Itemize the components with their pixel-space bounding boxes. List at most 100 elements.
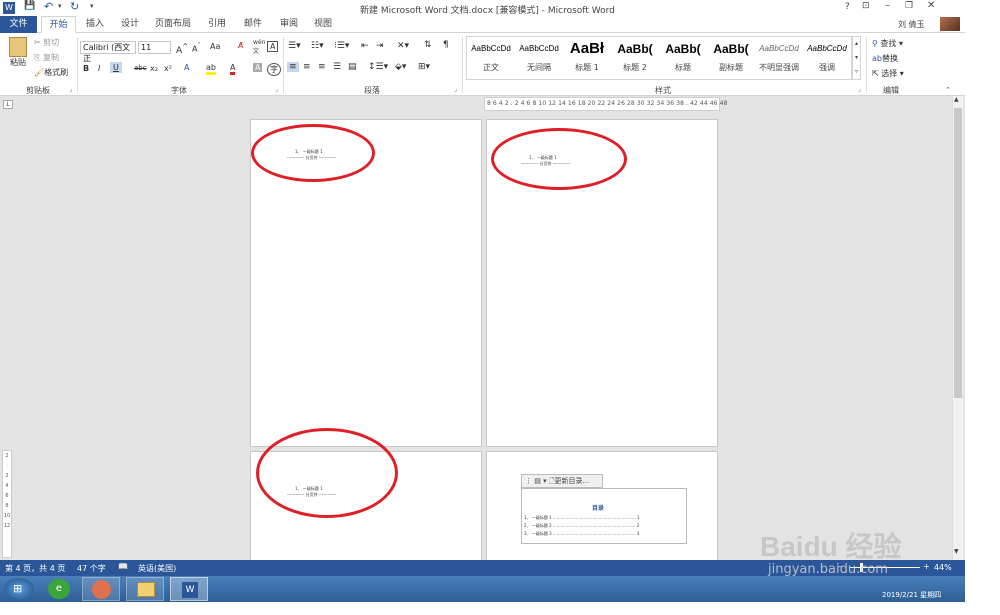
char-border-icon[interactable]: A: [267, 41, 279, 52]
scroll-up-icon[interactable]: ▲: [954, 96, 959, 103]
font-color-icon[interactable]: A: [230, 63, 236, 75]
tab-mailings[interactable]: 邮件: [238, 16, 268, 33]
cut-button[interactable]: ✂ 剪切: [34, 37, 59, 48]
replace-button[interactable]: ab替换: [872, 53, 898, 64]
font-size-combo[interactable]: 11: [138, 41, 171, 54]
text-effects-icon[interactable]: A: [184, 63, 189, 72]
style-heading-2[interactable]: AaBb(标题 2: [611, 36, 659, 76]
borders-icon[interactable]: ⊞▾: [418, 62, 430, 72]
asian-layout-icon[interactable]: ✕▾: [397, 41, 409, 51]
taskbar-app-avatar[interactable]: [82, 577, 120, 601]
tab-references[interactable]: 引用: [202, 16, 232, 33]
align-left-icon[interactable]: ≡: [287, 62, 299, 72]
styles-launcher-icon[interactable]: ⌟: [858, 86, 861, 93]
style-normal[interactable]: AaBbCcDd 正文: [467, 36, 515, 76]
highlight-icon[interactable]: ab: [206, 63, 216, 75]
word-count[interactable]: 47 个字: [77, 563, 106, 574]
styles-scroll[interactable]: ▴ ▾ ▿: [852, 36, 861, 80]
app-icon-green[interactable]: e: [48, 579, 70, 599]
scrollbar-thumb[interactable]: [954, 108, 962, 398]
clock[interactable]: 2019/2/21 星期四: [882, 590, 941, 600]
start-button[interactable]: ⊞: [4, 578, 34, 600]
bullets-icon[interactable]: ☰▾: [288, 41, 301, 51]
style-heading-1[interactable]: AaBł 标题 1: [563, 36, 611, 76]
font-launcher-icon[interactable]: ⌟: [275, 86, 278, 93]
style-emphasis[interactable]: AaBbCcDd 强调: [803, 36, 851, 76]
numbering-icon[interactable]: ☷▾: [311, 41, 324, 51]
clipboard-launcher-icon[interactable]: ⌟: [69, 86, 72, 93]
horizontal-ruler[interactable]: 8 6 4 2 . 2 4 6 8 10 12 14 16 18 20 22 2…: [484, 97, 727, 111]
user-name[interactable]: 刘 倩玉: [898, 19, 925, 30]
word-icon[interactable]: W: [3, 2, 15, 14]
vertical-ruler[interactable]: 2 · 2 4 6 8 10 12: [2, 450, 12, 558]
paragraph-launcher-icon[interactable]: ⌟: [454, 86, 457, 93]
find-button[interactable]: ⚲ 查找 ▾: [872, 38, 903, 49]
multilevel-list-icon[interactable]: ⁝☰▾: [334, 41, 349, 51]
underline-button[interactable]: U: [110, 62, 122, 73]
char-shading-icon[interactable]: A: [253, 63, 263, 72]
align-center-icon[interactable]: ≡: [303, 62, 311, 72]
sort-icon[interactable]: ⇅: [424, 40, 432, 50]
tab-file[interactable]: 文件: [0, 16, 37, 33]
bold-button[interactable]: B: [83, 64, 89, 73]
font-name-combo[interactable]: Calibri (西文正: [80, 41, 136, 63]
vertical-scrollbar[interactable]: ▲ ▼: [952, 96, 963, 560]
shading-icon[interactable]: ⬙▾: [395, 62, 406, 72]
page-count[interactable]: 第 4 页，共 4 页: [5, 563, 65, 574]
clear-format-icon[interactable]: A̸: [238, 41, 243, 50]
minimize-button[interactable]: –: [885, 0, 890, 11]
toc-row[interactable]: 2、 一级标题 2 ..............................…: [524, 523, 684, 529]
strikethrough-button[interactable]: abc: [134, 64, 147, 72]
tab-review[interactable]: 审阅: [274, 16, 304, 33]
language[interactable]: 英语(美国): [138, 563, 176, 574]
format-painter-button[interactable]: 🖌格式刷: [34, 67, 68, 78]
superscript-button[interactable]: x²: [164, 64, 172, 73]
ribbon-display-icon[interactable]: ⊡: [862, 1, 870, 11]
tab-page-layout[interactable]: 页面布局: [152, 16, 194, 33]
restore-button[interactable]: ❐: [905, 1, 913, 11]
collapse-ribbon-icon[interactable]: ⌃: [945, 86, 951, 94]
undo-dropdown-icon[interactable]: ▾: [58, 2, 62, 10]
line-spacing-icon[interactable]: ↕☰▾: [368, 62, 388, 72]
phonetic-guide-icon[interactable]: wén 文: [253, 39, 265, 55]
close-button[interactable]: ✕: [927, 0, 935, 11]
change-case-button[interactable]: Aa: [210, 42, 220, 51]
italic-button[interactable]: I: [98, 64, 100, 73]
show-marks-icon[interactable]: ¶: [443, 40, 449, 50]
justify-icon[interactable]: ☰: [333, 62, 341, 72]
copy-button[interactable]: ⎘ 复制: [34, 52, 59, 63]
taskbar-word[interactable]: W: [170, 577, 208, 601]
undo-icon[interactable]: ↶: [44, 0, 53, 13]
toc-row[interactable]: 1、 一级标题 1 ..............................…: [524, 515, 684, 521]
tab-view[interactable]: 视图: [308, 16, 338, 33]
select-button[interactable]: ⇱ 选择 ▾: [872, 68, 904, 79]
style-title[interactable]: AaBb(标题: [659, 36, 707, 76]
page-4[interactable]: ⋮ ▤ ▾ 🗋更新目录... 目录 1、 一级标题 1 ............…: [486, 451, 718, 560]
update-toc-button[interactable]: 🗋更新目录...: [549, 477, 589, 485]
customize-qat-icon[interactable]: ▾: [90, 2, 94, 10]
tab-insert[interactable]: 插入: [80, 16, 110, 33]
save-icon[interactable]: 💾: [24, 1, 35, 11]
style-subtle-emphasis[interactable]: AaBbCcDd 不明显强调: [755, 36, 803, 76]
paste-button[interactable]: 粘贴: [6, 37, 30, 68]
increase-indent-icon[interactable]: ⇥: [376, 41, 384, 51]
tab-home[interactable]: 开始: [41, 16, 76, 33]
user-avatar[interactable]: [940, 17, 960, 31]
shrink-font-icon[interactable]: Aˇ: [192, 42, 201, 54]
enclose-char-icon[interactable]: 字: [267, 63, 281, 76]
style-subtitle[interactable]: AaBb(副标题: [707, 36, 755, 76]
document-area[interactable]: 1、 一级标题 1 ------------ 分页符 ------------ …: [0, 96, 965, 560]
style-no-spacing[interactable]: AaBbCcDd 无间隔: [515, 36, 563, 76]
redo-icon[interactable]: ↻: [70, 0, 79, 13]
subscript-button[interactable]: x₂: [150, 64, 158, 73]
decrease-indent-icon[interactable]: ⇤: [361, 41, 369, 51]
grow-font-icon[interactable]: A^: [176, 42, 188, 56]
align-right-icon[interactable]: ≡: [318, 62, 326, 72]
distributed-icon[interactable]: ▤: [348, 62, 357, 72]
toc-content-control[interactable]: 目录 1、 一级标题 1 ...........................…: [521, 488, 687, 544]
tab-design[interactable]: 设计: [115, 16, 145, 33]
proofing-icon[interactable]: 📖: [118, 562, 128, 571]
taskbar-explorer[interactable]: [126, 577, 164, 601]
help-button[interactable]: ?: [845, 2, 850, 12]
tab-selector-icon[interactable]: L: [3, 100, 13, 109]
